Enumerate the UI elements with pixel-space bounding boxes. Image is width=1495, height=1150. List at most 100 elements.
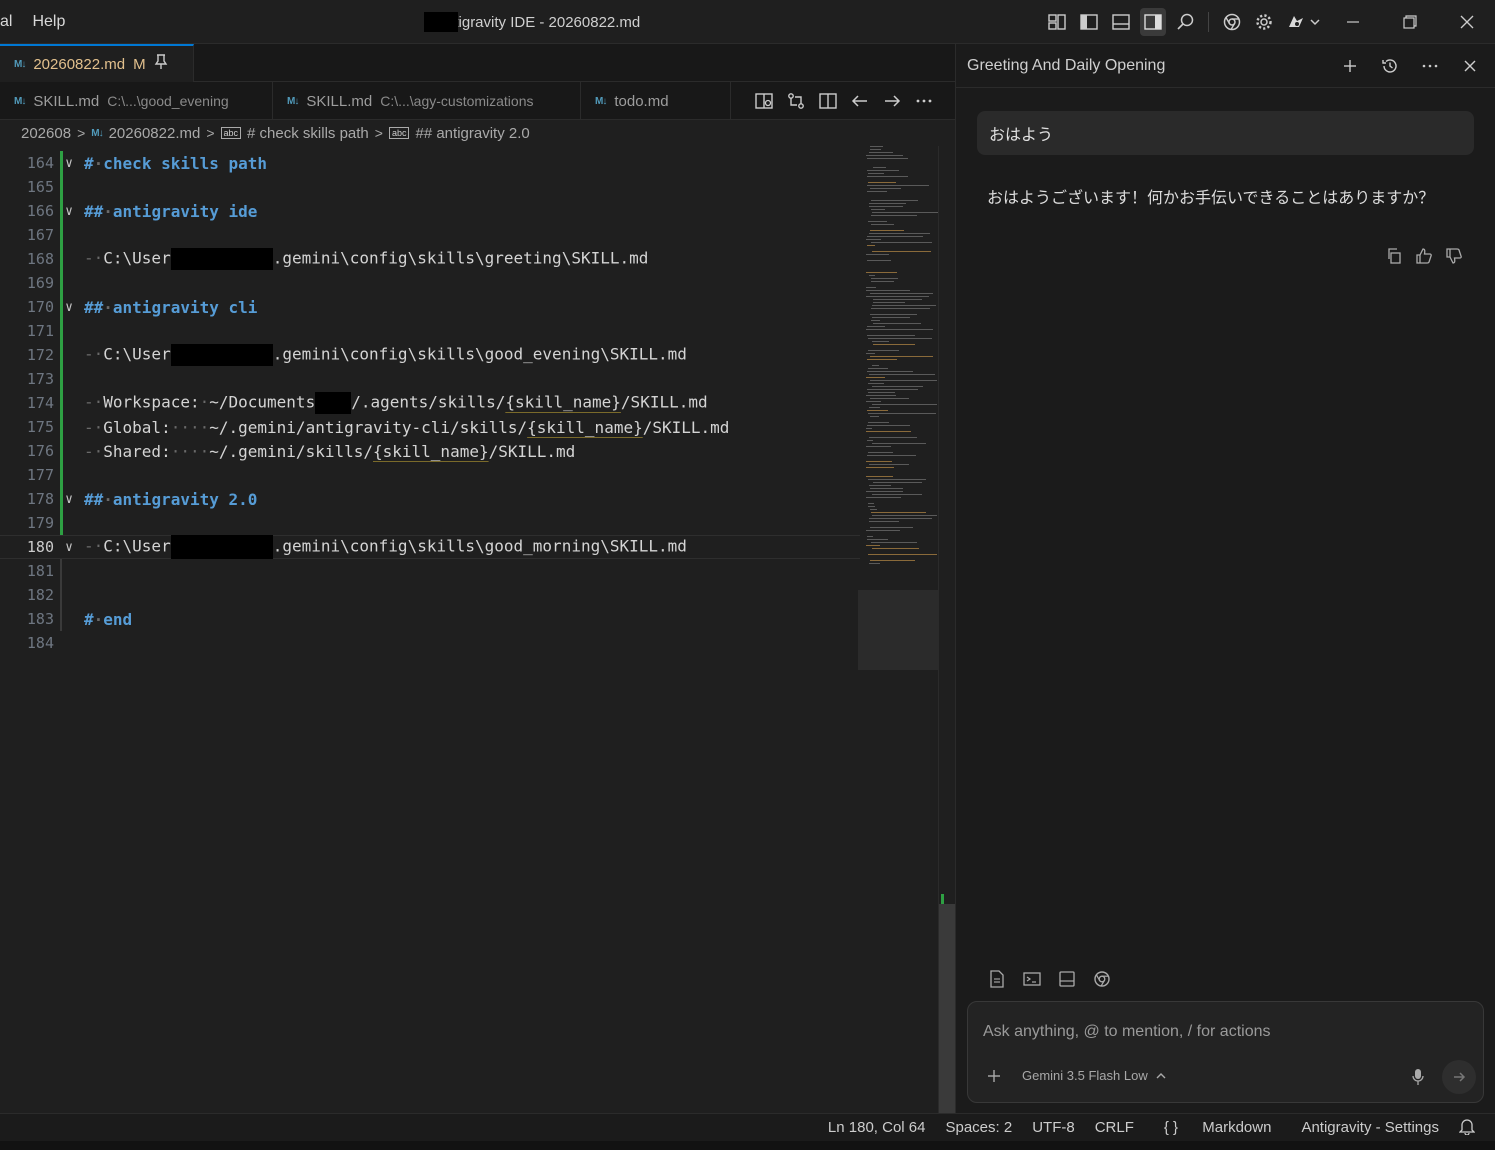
more-actions-icon[interactable]: [912, 89, 936, 113]
breadcrumb-heading-1[interactable]: # check skills path: [247, 125, 369, 142]
minimap-line: [870, 380, 937, 381]
history-icon[interactable]: [1378, 52, 1402, 80]
model-selector[interactable]: Gemini 3.5 Flash Low: [1022, 1068, 1166, 1083]
restore-icon[interactable]: [1381, 0, 1438, 44]
end-of-line[interactable]: CRLF: [1085, 1119, 1144, 1136]
arrow-left-icon[interactable]: [848, 89, 872, 113]
open-preview-icon[interactable]: [752, 89, 776, 113]
minimap-line: [873, 167, 886, 168]
redaction: [170, 344, 273, 366]
breadcrumb-heading-2[interactable]: ## antigravity 2.0: [415, 125, 529, 142]
context-toolbar: [987, 969, 1112, 989]
minimap-line: [866, 272, 897, 273]
breadcrumb: 202608 > M↓ 20260822.md > abc # check sk…: [0, 120, 955, 146]
microphone-icon[interactable]: [1408, 1066, 1428, 1088]
minimap-line: [866, 461, 892, 462]
minimap-line: [866, 446, 891, 447]
gear-icon[interactable]: [1251, 8, 1277, 36]
terminal-icon[interactable]: [1022, 969, 1042, 989]
braces-icon: { }: [1163, 1119, 1179, 1136]
minimap-line: [867, 176, 908, 177]
close-icon[interactable]: [1438, 0, 1495, 44]
minimap-line: [870, 416, 879, 417]
fold-chevron-icon[interactable]: ∨: [54, 492, 84, 507]
more-options-icon[interactable]: [1418, 52, 1442, 80]
tab-todo-md[interactable]: M↓ todo.md: [581, 82, 731, 120]
minimap-line: [867, 539, 888, 540]
minimap-line: [871, 542, 917, 543]
tab-skill-good-evening[interactable]: M↓ SKILL.md C:\...\good_evening: [0, 82, 273, 120]
minimap-viewport[interactable]: [858, 590, 938, 670]
code-line: 169: [0, 271, 860, 295]
language-mode[interactable]: { } Markdown: [1144, 1119, 1292, 1136]
minimap-line: [871, 308, 930, 309]
code-line: 176 -·Shared:····~/.gemini/skills/{skill…: [0, 439, 860, 463]
breadcrumb-file[interactable]: 20260822.md: [109, 125, 201, 142]
code-editor[interactable]: 164 ∨ #·check skills path 165 166 ∨ ##·a…: [0, 151, 860, 1111]
tab-20260822-md[interactable]: M↓ 20260822.md M: [0, 44, 194, 82]
modified-badge: M: [133, 55, 146, 73]
code-line: 166 ∨ ##·antigravity ide: [0, 199, 860, 223]
minimize-icon[interactable]: [1324, 0, 1381, 44]
minimap-line: [867, 236, 923, 237]
chevron-up-icon: [1156, 1068, 1166, 1083]
thumbs-up-icon[interactable]: [1414, 246, 1434, 266]
scrollbar-thumb[interactable]: [939, 904, 955, 1144]
fold-chevron-icon[interactable]: ∨: [54, 156, 84, 171]
copy-icon[interactable]: [1384, 246, 1404, 266]
pin-icon[interactable]: [154, 54, 168, 74]
menu-item-help[interactable]: Help: [22, 13, 75, 31]
markdown-file-icon: M↓: [14, 58, 26, 70]
menu-item-terminal[interactable]: al: [0, 13, 22, 31]
image-icon[interactable]: [1057, 969, 1077, 989]
browser-icon[interactable]: [1219, 8, 1245, 36]
minimap[interactable]: [864, 146, 940, 566]
split-editor-icon[interactable]: [816, 89, 840, 113]
toggle-secondary-sidebar-icon[interactable]: [1140, 8, 1166, 36]
close-panel-icon[interactable]: [1458, 52, 1482, 80]
minimap-line: [868, 383, 884, 384]
bell-icon[interactable]: [1449, 1117, 1485, 1139]
indentation[interactable]: Spaces: 2: [935, 1119, 1022, 1136]
encoding[interactable]: UTF-8: [1022, 1119, 1085, 1136]
cursor-position[interactable]: Ln 180, Col 64: [818, 1119, 936, 1136]
line-number: 168: [26, 250, 54, 268]
minimap-line: [866, 491, 903, 492]
line-number: 176: [26, 442, 54, 460]
add-context-icon[interactable]: [984, 1066, 1004, 1086]
send-button[interactable]: [1442, 1060, 1476, 1094]
breadcrumb-folder[interactable]: 202608: [21, 125, 71, 142]
tab-skill-agy-customizations[interactable]: M↓ SKILL.md C:\...\agy-customizations: [273, 82, 581, 120]
minimap-line: [872, 341, 889, 342]
minimap-line: [869, 521, 899, 522]
fold-chevron-icon[interactable]: ∨: [54, 300, 84, 315]
new-chat-icon[interactable]: [1338, 52, 1362, 80]
vertical-scrollbar[interactable]: [938, 146, 955, 1144]
redaction: [170, 248, 273, 270]
file-icon[interactable]: [987, 969, 1007, 989]
settings-link[interactable]: Antigravity - Settings: [1291, 1119, 1449, 1136]
fold-chevron-icon[interactable]: ∨: [54, 204, 84, 219]
toggle-primary-sidebar-icon[interactable]: [1076, 8, 1102, 36]
toggle-panel-icon[interactable]: [1108, 8, 1134, 36]
fold-chevron-icon[interactable]: ∨: [54, 540, 84, 555]
search-icon[interactable]: [1172, 8, 1198, 36]
browser-context-icon[interactable]: [1092, 969, 1112, 989]
message-actions: [1384, 246, 1464, 266]
minimap-line: [870, 293, 933, 294]
compare-changes-icon[interactable]: [784, 89, 808, 113]
tab-label: SKILL.md: [306, 92, 373, 110]
minimap-line: [866, 239, 881, 240]
markdown-file-icon: M↓: [595, 95, 607, 107]
chat-input[interactable]: [983, 1018, 1463, 1046]
list-item-text: -·C:\User .gemini\config\skills\greeting\…: [84, 248, 648, 270]
tab-row: M↓ SKILL.md C:\...\good_evening M↓ SKILL…: [0, 82, 955, 120]
redaction: [170, 535, 273, 559]
minimap-line: [866, 353, 875, 354]
minimap-line: [871, 209, 885, 210]
thumbs-down-icon[interactable]: [1444, 246, 1464, 266]
minimap-line: [870, 560, 915, 561]
customize-layout-icon[interactable]: [1044, 8, 1070, 36]
arrow-right-icon[interactable]: [880, 89, 904, 113]
account-menu-icon[interactable]: [1283, 8, 1327, 36]
